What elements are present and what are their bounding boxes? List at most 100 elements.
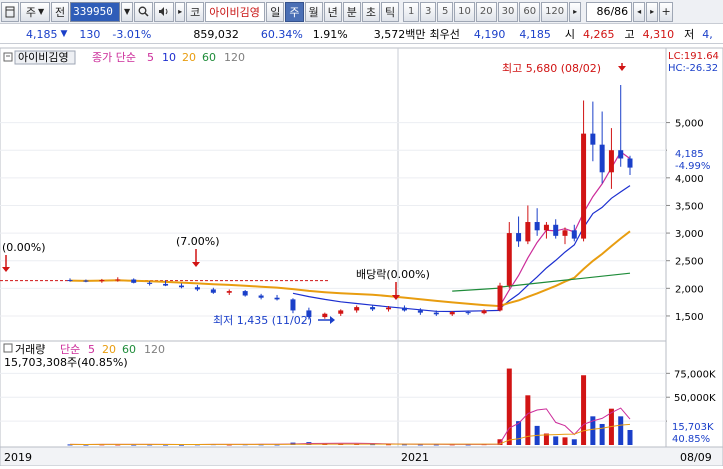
volume-bar	[599, 423, 605, 445]
candle-body	[322, 313, 328, 318]
ma20-label: 20	[182, 51, 196, 64]
current-volume-pct-tag: 40.85%	[672, 434, 710, 445]
candle-body	[163, 283, 169, 286]
period-button[interactable]: 년	[323, 1, 342, 22]
ma10-label: 10	[162, 51, 176, 64]
price-tick-label: 2,000	[675, 284, 704, 295]
prev-stock-button[interactable]: ▸	[175, 1, 186, 22]
volume-bar	[571, 439, 577, 445]
stock-code-input[interactable]	[70, 1, 121, 22]
open-label: 시	[564, 28, 575, 41]
code-dropdown-button[interactable]: ▼	[121, 1, 134, 22]
volume-label: 거래량	[15, 343, 45, 356]
volume-ma120-label: 120	[144, 343, 165, 356]
volume-ma-label: 단순	[60, 343, 80, 356]
period-button[interactable]: 월	[304, 1, 323, 22]
candle-body	[618, 150, 624, 159]
period-button[interactable]: 주	[285, 1, 304, 22]
interval-button[interactable]: 120	[541, 1, 569, 22]
candle-body	[401, 307, 407, 311]
candle-body	[417, 310, 423, 313]
candle-body	[590, 133, 596, 145]
price-panel-frame	[0, 47, 667, 342]
price-tick-label: 1,500	[675, 312, 704, 323]
price-tick-label: 3,500	[675, 201, 704, 212]
candle-body	[608, 150, 614, 173]
volume-bar	[553, 436, 559, 445]
period-button[interactable]: 틱	[381, 1, 400, 22]
low-label: 저	[684, 28, 695, 41]
high-price: 4,310	[642, 27, 675, 41]
period-button[interactable]: 초	[361, 1, 380, 22]
front-button[interactable]: 전	[51, 1, 70, 22]
mid-annotation: (7.00%)	[176, 235, 220, 248]
period-button[interactable]: 일	[266, 1, 285, 22]
candle-body	[83, 280, 89, 282]
best-ask-price: 4,190	[473, 27, 506, 41]
page-indicator: 86/86	[586, 1, 633, 22]
trade-amount: 3,572백만	[373, 28, 426, 41]
scroll-right-button[interactable]: ▸	[646, 1, 659, 22]
current-price-tag: 4,185	[675, 149, 704, 160]
open-price: 4,265	[582, 27, 615, 41]
chevron-down-icon: ▼	[124, 7, 131, 16]
candle-body	[210, 289, 216, 293]
candle-body	[178, 285, 184, 288]
candle-body	[290, 299, 296, 311]
down-triangle-icon: ▼	[60, 29, 68, 39]
interval-button[interactable]: 3	[420, 1, 437, 22]
market-button[interactable]: 코	[186, 1, 205, 22]
candle-body	[553, 224, 559, 236]
search-icon	[138, 6, 149, 17]
interval-button[interactable]: 10	[454, 1, 475, 22]
x-label-2021: 2021	[401, 451, 429, 464]
candle-body	[354, 307, 360, 311]
candle-body	[226, 291, 232, 293]
candle-body	[433, 312, 439, 315]
candle-body	[543, 224, 549, 231]
price-tick-label: 5,000	[675, 119, 704, 130]
current-price: 4,185	[26, 27, 58, 41]
candle-body	[147, 282, 153, 284]
candle-body	[242, 291, 248, 296]
interval-button[interactable]: 1	[403, 1, 420, 22]
interval-spin-button[interactable]: ▸	[569, 1, 582, 22]
period-dropdown[interactable]: 주 ▼	[20, 1, 50, 22]
search-button[interactable]	[134, 1, 154, 22]
candle-body	[465, 312, 471, 314]
candle-body	[534, 222, 540, 231]
volume-value: 859,032	[193, 27, 239, 41]
scroll-left-button[interactable]: ◂	[633, 1, 646, 22]
interval-button[interactable]: 60	[519, 1, 541, 22]
best-bid-price: 4,185	[519, 27, 551, 41]
stock-name-display: 아이비김영	[205, 1, 266, 22]
interval-button[interactable]: 30	[497, 1, 519, 22]
volume-bar	[627, 429, 633, 445]
candle-body	[627, 158, 633, 168]
period-button[interactable]: 분	[342, 1, 361, 22]
period-dropdown-label: 주	[25, 5, 36, 19]
volume-text: 15,703,308주(40.85%)	[4, 356, 128, 369]
price-tick-label: 4,000	[675, 174, 704, 185]
volume-ma60-label: 60	[122, 343, 136, 356]
chart-window-icon[interactable]	[1, 1, 19, 22]
price-tick-label: 2,500	[675, 257, 704, 268]
chart-area[interactable]: 5,0004,5004,0003,5003,0002,5002,0001,500…	[0, 45, 723, 467]
zoom-in-button[interactable]: +	[659, 1, 674, 22]
current-pct-tag: -4.99%	[675, 161, 710, 172]
turnover-ratio: 1.91%	[312, 27, 348, 41]
candle-body	[194, 287, 200, 290]
low-annotation: 최저 1,435 (11/02)	[213, 314, 312, 327]
interval-button-group: 1 3 5 10 20 30 60 120	[403, 1, 569, 22]
candle-body	[115, 279, 121, 281]
stock-chart[interactable]: 5,0004,5004,0003,5003,0002,5002,0001,500…	[0, 45, 723, 467]
ma60-label: 60	[202, 51, 216, 64]
interval-button[interactable]: 20	[475, 1, 497, 22]
y-axis-panel	[665, 47, 723, 448]
interval-button[interactable]: 5	[437, 1, 454, 22]
speaker-button[interactable]	[154, 1, 175, 22]
start-annotation: (0.00%)	[2, 241, 46, 254]
name-tag: 아이비김영	[18, 51, 69, 64]
ma120-label: 120	[224, 51, 245, 64]
volume-ma5-label: 5	[88, 343, 95, 356]
